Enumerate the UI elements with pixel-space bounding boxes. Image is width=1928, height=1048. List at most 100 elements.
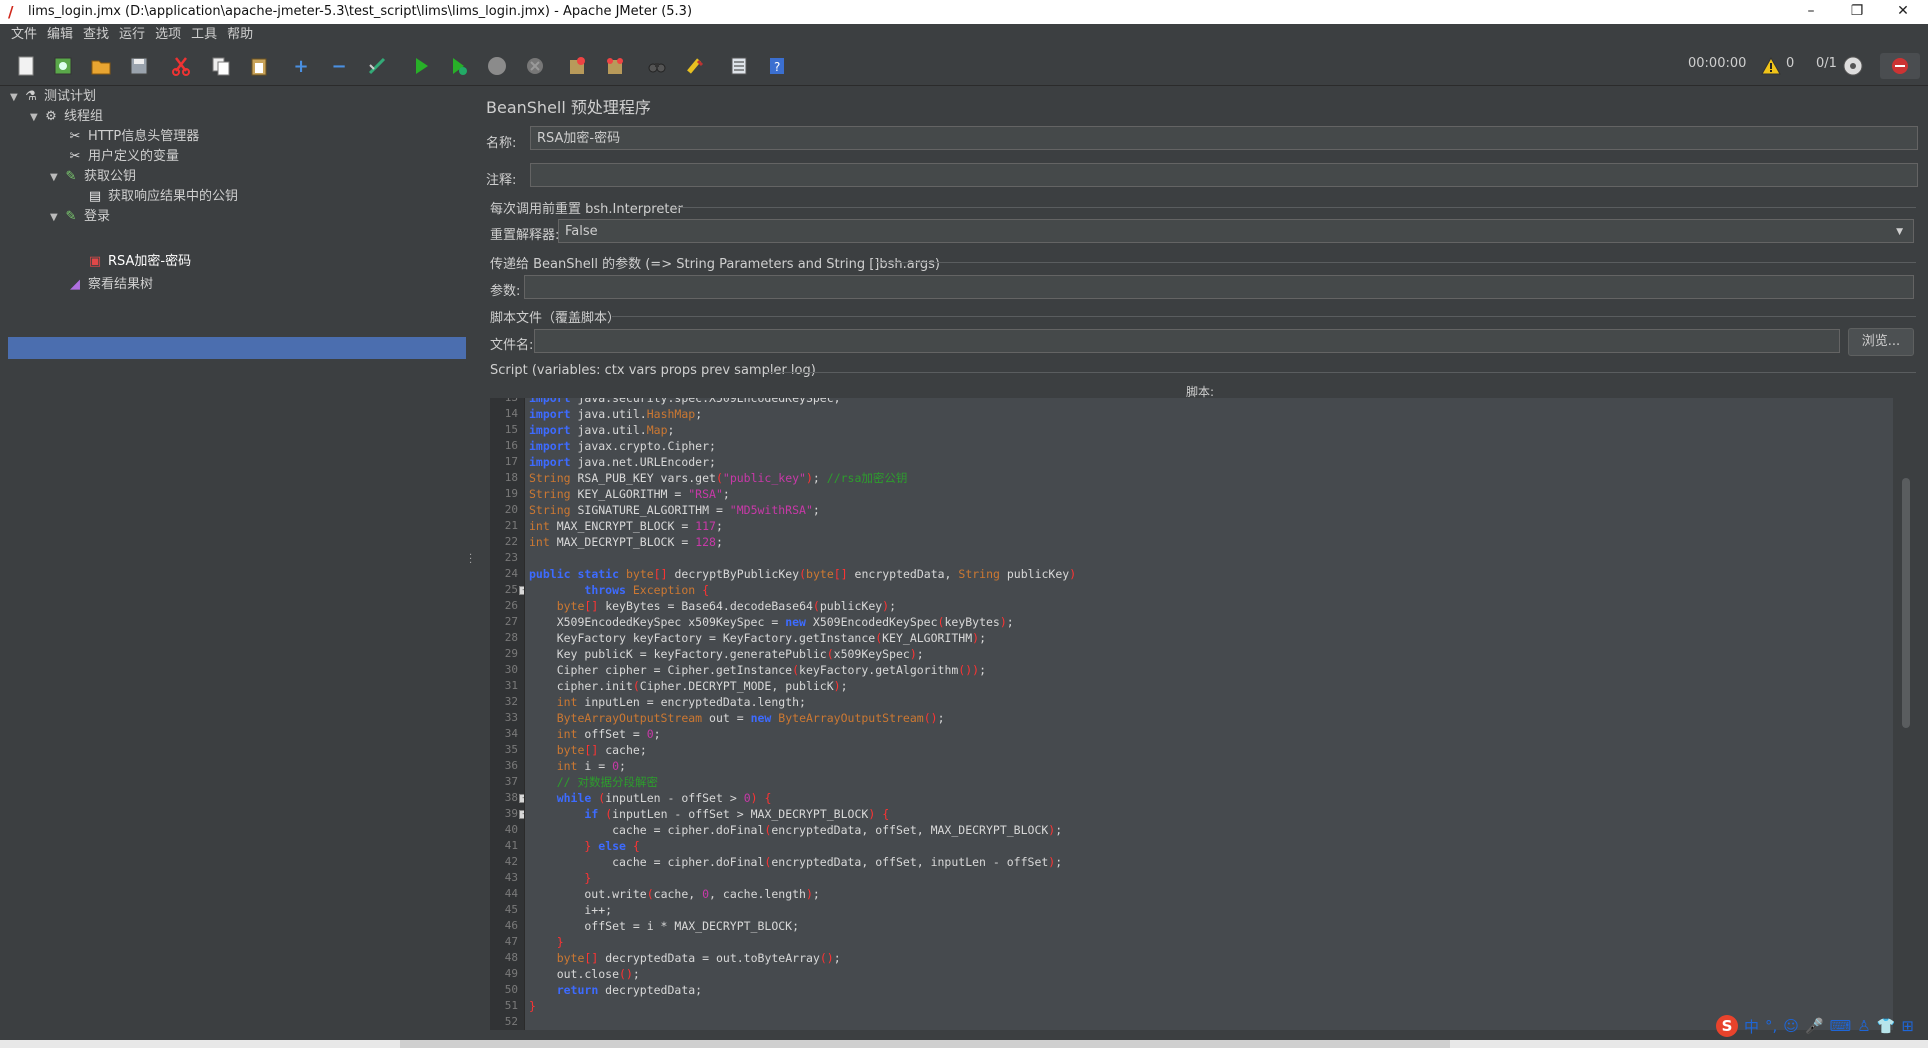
collapse-arrow-icon[interactable]: ▼ bbox=[50, 167, 62, 189]
reset-interpreter-select[interactable]: False ▼ bbox=[558, 219, 1914, 243]
line-number: 29 bbox=[504, 647, 518, 660]
toggle-icon[interactable] bbox=[364, 53, 390, 79]
line-number-gutter: 13141516171819202122232425-2627282930313… bbox=[490, 398, 528, 1030]
line-number: 28 bbox=[504, 631, 518, 644]
tree-node-user-defined-variables[interactable]: ✂ 用户定义的变量 bbox=[66, 146, 179, 168]
templates-icon[interactable] bbox=[50, 53, 76, 79]
tree-node-rsa-encrypt-password[interactable]: ▣ RSA加密-密码 bbox=[86, 251, 191, 273]
collapse-icon[interactable]: − bbox=[326, 53, 352, 79]
skin-icon[interactable]: 👕 bbox=[1877, 1017, 1896, 1035]
line-number: 31 bbox=[504, 679, 518, 692]
tree-node-extract-public-key[interactable]: ▤ 获取响应结果中的公钥 bbox=[86, 186, 238, 208]
shutdown-icon[interactable] bbox=[522, 53, 548, 79]
line-number: 42 bbox=[504, 855, 518, 868]
clear-all-icon[interactable] bbox=[602, 53, 628, 79]
line-number: 21 bbox=[504, 519, 518, 532]
log-viewer-icon[interactable] bbox=[1880, 53, 1920, 79]
filename-field[interactable] bbox=[534, 329, 1840, 353]
punctuation-icon[interactable]: °, bbox=[1765, 1017, 1777, 1035]
code-line: int offSet = 0; bbox=[556, 727, 661, 741]
cut-icon[interactable] bbox=[168, 53, 194, 79]
line-number: 25 bbox=[504, 583, 518, 596]
chinese-mode-icon[interactable]: 中 bbox=[1744, 1016, 1759, 1037]
pane-splitter[interactable]: · · · bbox=[466, 86, 476, 1044]
remote-icon[interactable] bbox=[1840, 53, 1866, 79]
minimize-button[interactable]: – bbox=[1788, 0, 1834, 24]
title-bar: / lims_login.jmx (D:\application\apache-… bbox=[0, 0, 1928, 24]
microphone-icon[interactable]: 🎤 bbox=[1805, 1017, 1824, 1035]
line-number: 14 bbox=[504, 407, 518, 420]
menu-search[interactable]: 查找 bbox=[78, 24, 114, 45]
scroll-thumb[interactable] bbox=[400, 1040, 1450, 1048]
code-line: while (inputLen - offSet > 0) { bbox=[556, 791, 772, 805]
collapse-arrow-icon[interactable]: ▼ bbox=[30, 107, 42, 129]
tree-node-test-plan[interactable]: ▼ ⚗ 测试计划 bbox=[10, 86, 96, 108]
menu-file[interactable]: 文件 bbox=[6, 24, 42, 45]
open-folder-icon[interactable] bbox=[88, 53, 114, 79]
code-line: import java.security.spec.X509EncodedKey… bbox=[529, 398, 841, 405]
editor-vertical-scrollbar[interactable] bbox=[1902, 478, 1910, 728]
tools-icon: ✂ bbox=[69, 149, 81, 164]
code-line: cipher.init(Cipher.DECRYPT_MODE, publicK… bbox=[529, 679, 848, 693]
save-icon[interactable] bbox=[126, 53, 152, 79]
line-number: 23 bbox=[504, 551, 518, 564]
start-no-pauses-icon[interactable] bbox=[446, 53, 472, 79]
tree-node-login[interactable]: ▼ ✎ 登录 bbox=[50, 206, 110, 228]
chevron-down-icon[interactable]: ▼ bbox=[1896, 220, 1903, 244]
copy-icon[interactable] bbox=[208, 53, 234, 79]
menu-edit[interactable]: 编辑 bbox=[42, 24, 78, 45]
keyboard-icon[interactable]: ⌨ bbox=[1830, 1017, 1852, 1035]
code-line: int MAX_DECRYPT_BLOCK = 128; bbox=[529, 535, 723, 549]
name-label: 名称: bbox=[486, 136, 517, 151]
line-number: 37 bbox=[504, 775, 518, 788]
user-icon[interactable]: ♙ bbox=[1857, 1017, 1870, 1035]
menu-options[interactable]: 选项 bbox=[150, 24, 186, 45]
help-icon[interactable]: ? bbox=[764, 53, 790, 79]
browse-button[interactable]: 浏览... bbox=[1848, 328, 1914, 356]
name-field[interactable]: RSA加密-密码 bbox=[530, 126, 1918, 150]
search-binoculars-icon[interactable] bbox=[644, 53, 670, 79]
comment-field[interactable] bbox=[530, 163, 1918, 187]
line-number: 27 bbox=[504, 615, 518, 628]
collapse-arrow-icon[interactable]: ▼ bbox=[50, 207, 62, 229]
line-number: 40 bbox=[504, 823, 518, 836]
horizontal-scrollbar[interactable] bbox=[0, 1040, 1928, 1048]
tree-node-thread-group[interactable]: ▼ ⚙ 线程组 bbox=[30, 106, 103, 128]
clear-icon[interactable] bbox=[564, 53, 590, 79]
code-line: out.write(cache, 0, cache.length); bbox=[529, 887, 820, 901]
emoji-icon[interactable]: ☺ bbox=[1783, 1017, 1799, 1035]
expand-icon[interactable]: + bbox=[288, 53, 314, 79]
code-line: String SIGNATURE_ALGORITHM = "MD5withRSA… bbox=[529, 503, 820, 517]
tree-node-view-results-tree[interactable]: ◢ 察看结果树 bbox=[66, 274, 153, 296]
code-line: public static byte[] decryptByPublicKey(… bbox=[529, 567, 1077, 581]
close-button[interactable]: ✕ bbox=[1880, 0, 1926, 24]
menu-run[interactable]: 运行 bbox=[114, 24, 150, 45]
start-icon[interactable] bbox=[408, 53, 434, 79]
menu-help[interactable]: 帮助 bbox=[222, 24, 258, 45]
pencil-icon: ✎ bbox=[65, 169, 77, 184]
collapse-arrow-icon[interactable]: ▼ bbox=[10, 87, 22, 109]
script-text-area[interactable]: import java.security.spec.X509EncodedKey… bbox=[524, 398, 1893, 1030]
script-editor[interactable]: 13141516171819202122232425-2627282930313… bbox=[490, 398, 1906, 1030]
warning-icon[interactable] bbox=[1758, 53, 1784, 79]
stop-icon[interactable] bbox=[484, 53, 510, 79]
line-number: 33 bbox=[504, 711, 518, 724]
code-line: int i = 0; bbox=[556, 759, 626, 773]
restore-button[interactable]: ❐ bbox=[1834, 0, 1880, 24]
toolbox-icon[interactable]: ⊞ bbox=[1901, 1017, 1914, 1035]
reset-search-icon[interactable] bbox=[682, 53, 708, 79]
code-line: byte[] keyBytes = Base64.decodeBase64(pu… bbox=[556, 599, 897, 613]
comment-label: 注释: bbox=[486, 173, 517, 188]
sogou-ime-icon[interactable]: S bbox=[1716, 1015, 1738, 1037]
new-file-icon[interactable] bbox=[13, 53, 39, 79]
selected-row-highlight bbox=[8, 337, 466, 359]
reset-interpreter-section: 每次调用前重置 bsh.Interpreter bbox=[490, 202, 683, 217]
parameters-field[interactable] bbox=[524, 275, 1914, 299]
tree-node-get-public-key[interactable]: ▼ ✎ 获取公钥 bbox=[50, 166, 136, 188]
window-title: lims_login.jmx (D:\application\apache-jm… bbox=[28, 4, 693, 19]
filename-label: 文件名: bbox=[490, 338, 534, 353]
menu-tools[interactable]: 工具 bbox=[186, 24, 222, 45]
paste-icon[interactable] bbox=[246, 53, 272, 79]
tree-node-http-header-manager[interactable]: ✂ HTTP信息头管理器 bbox=[66, 126, 200, 148]
function-helper-icon[interactable] bbox=[726, 53, 752, 79]
